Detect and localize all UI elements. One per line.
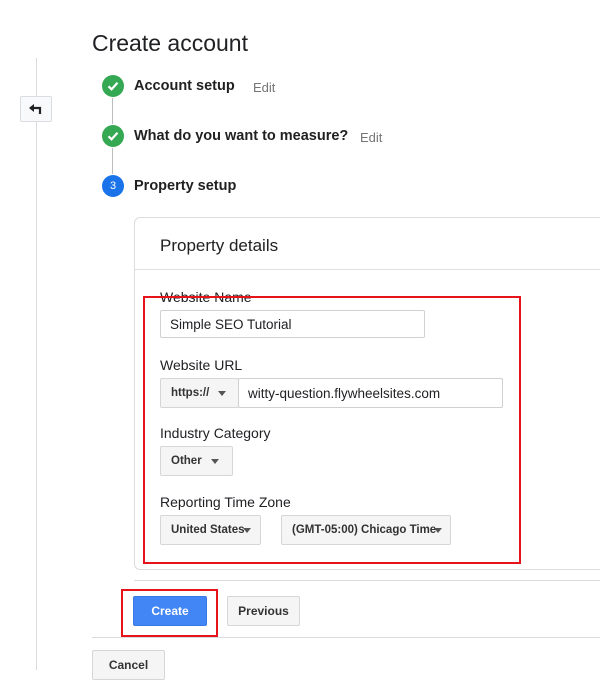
step-connector — [112, 148, 113, 174]
create-highlight-box — [121, 589, 218, 637]
property-details-title: Property details — [160, 236, 279, 255]
step-1-edit-link[interactable]: Edit — [253, 80, 275, 95]
step-connector — [112, 98, 113, 124]
step-3-number: 3 — [102, 175, 124, 197]
page-title: Create account — [92, 30, 248, 56]
step-1-label: Account setup — [134, 78, 235, 94]
cancel-button[interactable]: Cancel — [92, 650, 165, 680]
step-2-label: What do you want to measure? — [134, 128, 349, 144]
footer-divider — [92, 637, 600, 638]
previous-button[interactable]: Previous — [227, 596, 300, 626]
left-rail — [36, 58, 37, 670]
step-3-label: Property setup — [134, 178, 237, 194]
form-highlight-box — [143, 296, 521, 564]
checkmark-icon — [107, 82, 119, 91]
back-arrow-icon — [29, 104, 42, 114]
actions-divider — [134, 580, 600, 581]
card-divider — [135, 269, 600, 270]
checkmark-icon — [107, 132, 119, 141]
step-1-status — [102, 75, 124, 97]
back-button[interactable] — [20, 96, 52, 122]
step-2-edit-link[interactable]: Edit — [360, 130, 382, 145]
step-2-status — [102, 125, 124, 147]
